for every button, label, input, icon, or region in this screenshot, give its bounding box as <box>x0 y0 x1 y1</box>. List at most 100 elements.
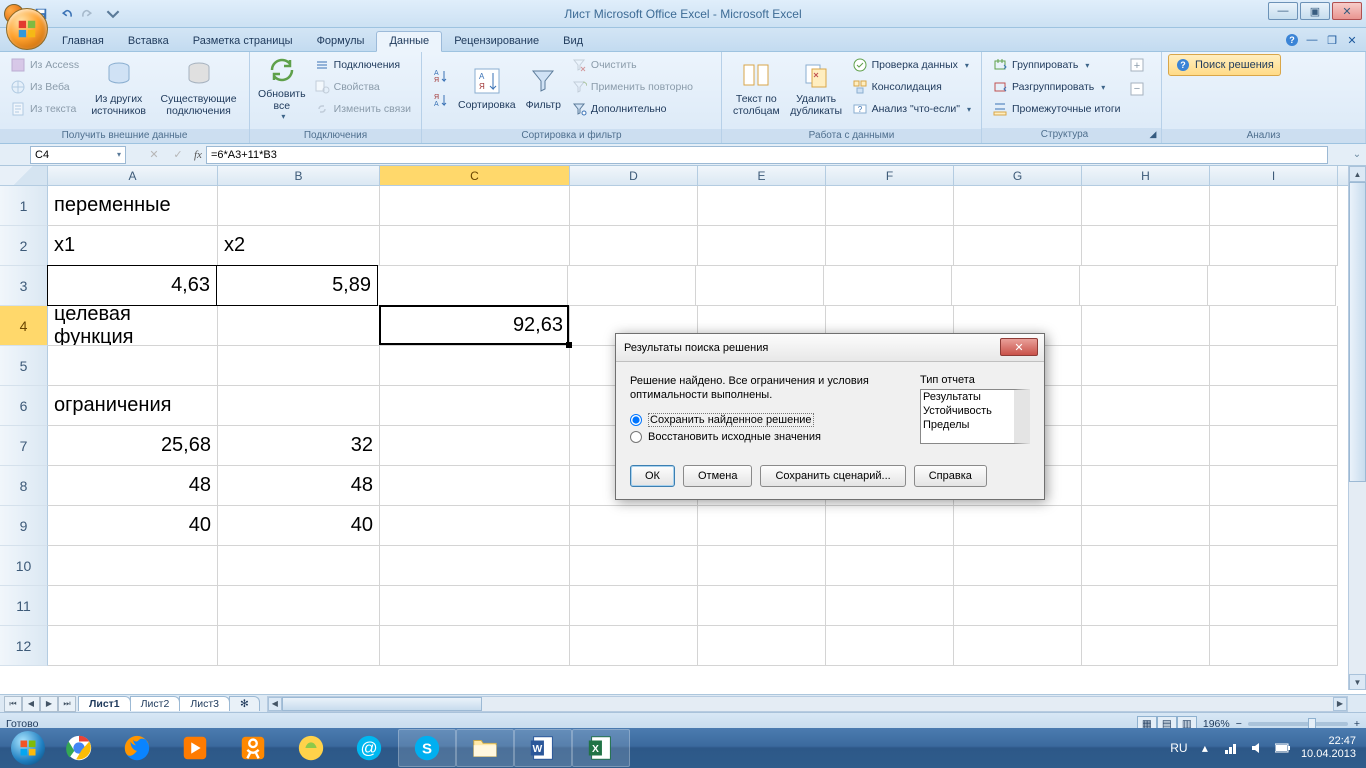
cell-C1[interactable] <box>380 186 570 226</box>
clear-filter-button[interactable]: Очистить <box>567 54 697 76</box>
cell-H3[interactable] <box>1080 266 1208 306</box>
cell-G12[interactable] <box>954 626 1082 666</box>
cell-H7[interactable] <box>1082 426 1210 466</box>
cell-G2[interactable] <box>954 226 1082 266</box>
from-access-button[interactable]: Из Access <box>6 54 83 76</box>
consolidate-button[interactable]: Консолидация <box>848 76 975 98</box>
taskbar-explorer[interactable] <box>456 729 514 767</box>
cell-B3[interactable]: 5,89 <box>216 265 378 306</box>
column-header-F[interactable]: F <box>826 166 954 185</box>
scroll-left-icon[interactable]: ◀ <box>268 697 282 711</box>
cell-F12[interactable] <box>826 626 954 666</box>
cell-G9[interactable] <box>954 506 1082 546</box>
cell-D11[interactable] <box>570 586 698 626</box>
cancel-button[interactable]: Отмена <box>683 465 752 487</box>
scroll-up-icon[interactable]: ▲ <box>1349 166 1366 182</box>
cell-I9[interactable] <box>1210 506 1338 546</box>
column-header-G[interactable]: G <box>954 166 1082 185</box>
row-header-8[interactable]: 8 <box>0 466 48 506</box>
ok-button[interactable]: ОК <box>630 465 675 487</box>
cell-C3[interactable] <box>378 266 568 306</box>
cell-B6[interactable] <box>218 386 380 426</box>
vertical-scrollbar[interactable]: ▲ ▼ <box>1348 166 1366 690</box>
cell-H11[interactable] <box>1082 586 1210 626</box>
taskbar-word[interactable]: W <box>514 729 572 767</box>
cell-C11[interactable] <box>380 586 570 626</box>
cell-E12[interactable] <box>698 626 826 666</box>
cell-I1[interactable] <box>1210 186 1338 226</box>
expand-formula-bar-icon[interactable]: ⌄ <box>1348 149 1366 160</box>
cell-H6[interactable] <box>1082 386 1210 426</box>
restore-values-radio[interactable]: Восстановить исходные значения <box>630 431 904 443</box>
minimize-ribbon-icon[interactable]: — <box>1304 32 1320 48</box>
cell-A3[interactable]: 4,63 <box>47 265 217 306</box>
connections-button[interactable]: Подключения <box>310 54 415 76</box>
cell-G3[interactable] <box>952 266 1080 306</box>
taskbar-excel[interactable]: X <box>572 729 630 767</box>
row-header-3[interactable]: 3 <box>0 266 48 306</box>
remove-duplicates-button[interactable]: Удалить дубликаты <box>787 54 846 122</box>
horizontal-scrollbar[interactable]: ◀ ▶ <box>267 696 1348 712</box>
cell-E11[interactable] <box>698 586 826 626</box>
save-scenario-button[interactable]: Сохранить сценарий... <box>760 465 905 487</box>
show-detail-icon[interactable]: + <box>1130 54 1146 76</box>
cell-D2[interactable] <box>570 226 698 266</box>
restore-window-icon[interactable]: ❐ <box>1324 32 1340 48</box>
cell-E2[interactable] <box>698 226 826 266</box>
zoom-slider[interactable] <box>1248 722 1348 726</box>
from-other-sources-button[interactable]: Из других источников <box>85 54 152 122</box>
cell-B9[interactable]: 40 <box>218 506 380 546</box>
cell-H2[interactable] <box>1082 226 1210 266</box>
row-header-7[interactable]: 7 <box>0 426 48 466</box>
tray-volume-icon[interactable] <box>1249 740 1265 756</box>
row-header-9[interactable]: 9 <box>0 506 48 546</box>
name-box[interactable]: C4 <box>30 146 126 164</box>
sort-asc-button[interactable]: АЯ <box>428 65 452 87</box>
solver-button[interactable]: ?Поиск решения <box>1168 54 1281 76</box>
tab-formulas[interactable]: Формулы <box>305 32 377 51</box>
cell-H4[interactable] <box>1082 306 1210 346</box>
cell-A7[interactable]: 25,68 <box>48 426 218 466</box>
tab-page-layout[interactable]: Разметка страницы <box>181 32 305 51</box>
cell-C10[interactable] <box>380 546 570 586</box>
cell-B4[interactable] <box>218 306 380 346</box>
cell-I8[interactable] <box>1210 466 1338 506</box>
row-header-1[interactable]: 1 <box>0 186 48 226</box>
cell-C12[interactable] <box>380 626 570 666</box>
cell-B1[interactable] <box>218 186 380 226</box>
cell-I3[interactable] <box>1208 266 1336 306</box>
tab-insert[interactable]: Вставка <box>116 32 181 51</box>
edit-links-button[interactable]: Изменить связи <box>310 98 415 120</box>
cell-I11[interactable] <box>1210 586 1338 626</box>
row-header-2[interactable]: 2 <box>0 226 48 266</box>
tray-show-hidden-icon[interactable]: ▴ <box>1197 740 1213 756</box>
redo-icon[interactable] <box>78 4 100 24</box>
sheet-tab-2[interactable]: Лист2 <box>130 696 181 711</box>
filter-button[interactable]: Фильтр <box>522 54 565 122</box>
data-validation-button[interactable]: Проверка данных <box>848 54 975 76</box>
cell-F11[interactable] <box>826 586 954 626</box>
tab-view[interactable]: Вид <box>551 32 595 51</box>
enter-formula-icon[interactable]: ✓ <box>170 147 186 163</box>
help-icon[interactable]: ? <box>1284 32 1300 48</box>
dialog-titlebar[interactable]: Результаты поиска решения ✕ <box>616 334 1044 362</box>
taskbar-media[interactable] <box>166 729 224 767</box>
cell-A1[interactable]: переменные <box>48 186 218 226</box>
column-header-I[interactable]: I <box>1210 166 1338 185</box>
cell-I4[interactable] <box>1210 306 1338 346</box>
cell-I10[interactable] <box>1210 546 1338 586</box>
cell-B12[interactable] <box>218 626 380 666</box>
cell-E10[interactable] <box>698 546 826 586</box>
cell-A4[interactable]: целевая функция <box>48 306 218 346</box>
cell-D1[interactable] <box>570 186 698 226</box>
cell-D10[interactable] <box>570 546 698 586</box>
cell-B5[interactable] <box>218 346 380 386</box>
tab-home[interactable]: Главная <box>50 32 116 51</box>
cell-F3[interactable] <box>824 266 952 306</box>
vscroll-thumb[interactable] <box>1349 182 1366 482</box>
text-to-columns-button[interactable]: Текст по столбцам <box>728 54 785 122</box>
cell-C2[interactable] <box>380 226 570 266</box>
undo-icon[interactable] <box>54 4 76 24</box>
refresh-all-button[interactable]: Обновить все <box>256 54 308 122</box>
cell-D9[interactable] <box>570 506 698 546</box>
